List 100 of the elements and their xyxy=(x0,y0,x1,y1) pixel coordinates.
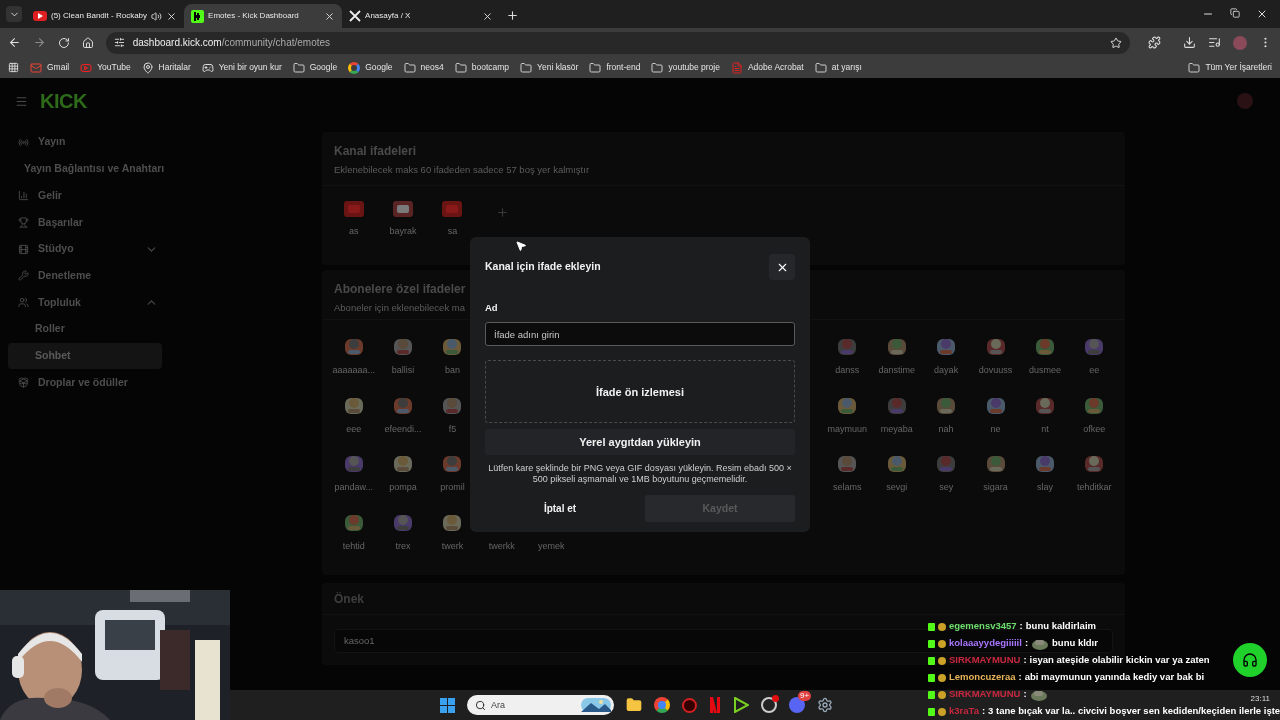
emote-name: twerkk xyxy=(488,539,515,553)
username: SIRKMAYMUNU xyxy=(949,687,1021,702)
close-tab-icon[interactable] xyxy=(482,10,494,22)
search-bar[interactable]: Ara xyxy=(467,695,614,715)
search-input[interactable]: Ara xyxy=(491,697,571,713)
settings-icon[interactable] xyxy=(817,697,833,713)
cursor-icon xyxy=(515,240,527,252)
emote-name: nah xyxy=(938,422,954,436)
upload-button[interactable]: Yerel aygıtdan yükleyin xyxy=(485,429,795,456)
preview-dropzone[interactable]: İfade ön izlemesi xyxy=(485,360,795,424)
plus-icon xyxy=(495,205,509,219)
box-icon xyxy=(18,377,29,389)
address-bar[interactable]: dashboard.kick.com/community/chat/emotes xyxy=(105,31,1131,54)
apps-icon[interactable] xyxy=(8,62,19,73)
close-button[interactable] xyxy=(769,254,795,280)
app-icon[interactable] xyxy=(682,697,697,713)
emote-name: sa xyxy=(447,225,458,238)
bookmark[interactable]: neos4 xyxy=(403,61,444,74)
tab-list-button[interactable] xyxy=(6,6,22,22)
section-title: Abonelere özel ifadeler xyxy=(334,281,467,298)
bookmark[interactable]: Yeni klasör xyxy=(520,61,579,74)
emote-name: sigara xyxy=(983,481,1008,494)
input-field[interactable]: İfade adını girin xyxy=(485,322,795,347)
emote-name: dayak xyxy=(934,364,959,377)
folder-icon xyxy=(589,61,602,74)
all-bookmarks[interactable]: Tüm Yer İşaretleri xyxy=(1188,61,1272,74)
bookmark[interactable]: Yeni bir oyun kur xyxy=(201,61,282,74)
reload-icon[interactable] xyxy=(57,36,70,49)
emote-name: ballisi xyxy=(391,364,415,377)
emote-name: trex xyxy=(395,539,411,553)
app-logo-icon[interactable] xyxy=(709,697,721,713)
folder-icon xyxy=(292,61,305,74)
emote-name: slay xyxy=(1036,481,1053,494)
mail-icon xyxy=(30,61,42,74)
headset-icon xyxy=(1242,652,1258,668)
bookmark[interactable]: Haritalar xyxy=(141,61,191,74)
clock: 23:11 xyxy=(1250,693,1270,705)
new-tab-icon[interactable] xyxy=(506,9,520,22)
colon: : xyxy=(981,704,986,719)
folder-icon[interactable] xyxy=(626,697,642,713)
emote-name: selams xyxy=(833,481,862,494)
chat-message: abi maymunun yanında kediy var bak bi xyxy=(1024,670,1205,685)
windows-start-icon[interactable] xyxy=(440,697,455,713)
bookmark[interactable]: bootcamp xyxy=(454,61,510,74)
bookmark[interactable]: YouTube xyxy=(80,61,131,74)
play-arrow-icon[interactable] xyxy=(733,697,749,713)
colon: : xyxy=(1024,636,1029,651)
users-icon xyxy=(18,296,29,308)
emote-name: tehditkar xyxy=(1077,481,1112,494)
emote-name: ofkee xyxy=(1083,422,1106,436)
close-icon[interactable] xyxy=(1256,8,1268,20)
folder-icon xyxy=(1188,61,1201,74)
bookmark[interactable]: Google xyxy=(292,61,338,74)
browser-tab[interactable]: (5) Clean Bandit - Rockaby xyxy=(26,4,185,28)
bookmark[interactable]: at yarışı xyxy=(814,61,862,74)
folder-icon xyxy=(651,61,664,74)
film-icon xyxy=(18,243,29,255)
browser-tab[interactable]: Emotes - Kick Dashboard xyxy=(184,4,343,28)
emote-name: sey xyxy=(939,481,954,494)
google-g-icon xyxy=(348,61,361,74)
emote-name: meyaba xyxy=(880,422,913,436)
play-icon xyxy=(33,11,47,21)
map-pin-icon xyxy=(141,61,154,74)
bookmark[interactable]: youtube proje xyxy=(651,61,720,74)
browser-tab[interactable]: Anasayfa / X xyxy=(342,4,501,28)
speaker-icon[interactable] xyxy=(151,10,163,22)
bookmark[interactable]: front-end xyxy=(589,61,641,74)
folder-icon xyxy=(814,61,827,74)
site-settings-icon[interactable] xyxy=(113,37,125,48)
section-subtitle: Eklenebilecek maks 60 ifadeden sadece 57 boş yer kalmıştır xyxy=(334,163,590,177)
bookmark-star-icon[interactable] xyxy=(1110,36,1123,49)
browser-icon[interactable] xyxy=(654,697,670,713)
emote-name: efeendi... xyxy=(384,422,422,436)
record-icon[interactable] xyxy=(761,697,777,713)
forward-icon[interactable] xyxy=(32,36,46,49)
colon: : xyxy=(1023,687,1027,702)
back-icon[interactable] xyxy=(8,36,21,49)
close-tab-icon[interactable] xyxy=(166,10,178,22)
chat-message: bunu kldır xyxy=(1052,636,1098,651)
home-icon[interactable] xyxy=(81,36,94,49)
media-icon[interactable] xyxy=(1208,36,1222,49)
restore-icon[interactable] xyxy=(1230,8,1240,18)
cancel-button[interactable]: İptal et xyxy=(485,495,635,523)
notification-badge: 9+ xyxy=(798,691,812,701)
emote-name: maymuun xyxy=(827,422,868,436)
document-icon xyxy=(730,61,743,74)
bookmark[interactable]: Gmail xyxy=(30,61,70,74)
emote-name: danss xyxy=(835,364,860,377)
emote-name: nt xyxy=(1041,422,1049,436)
bookmark[interactable]: Adobe Acrobat xyxy=(730,61,804,74)
section-title: Kanal ifadeleri xyxy=(334,143,418,160)
chat-app-icon[interactable] xyxy=(789,697,805,713)
close-tab-icon[interactable] xyxy=(324,10,336,22)
wrench-icon xyxy=(18,270,29,282)
extensions-icon[interactable] xyxy=(1148,36,1162,49)
colon: : xyxy=(1023,653,1027,668)
emote-name: dovuuss xyxy=(978,364,1013,377)
gamepad-icon xyxy=(201,61,214,74)
bookmark[interactable]: Google xyxy=(348,61,393,74)
download-icon[interactable] xyxy=(1183,36,1197,49)
